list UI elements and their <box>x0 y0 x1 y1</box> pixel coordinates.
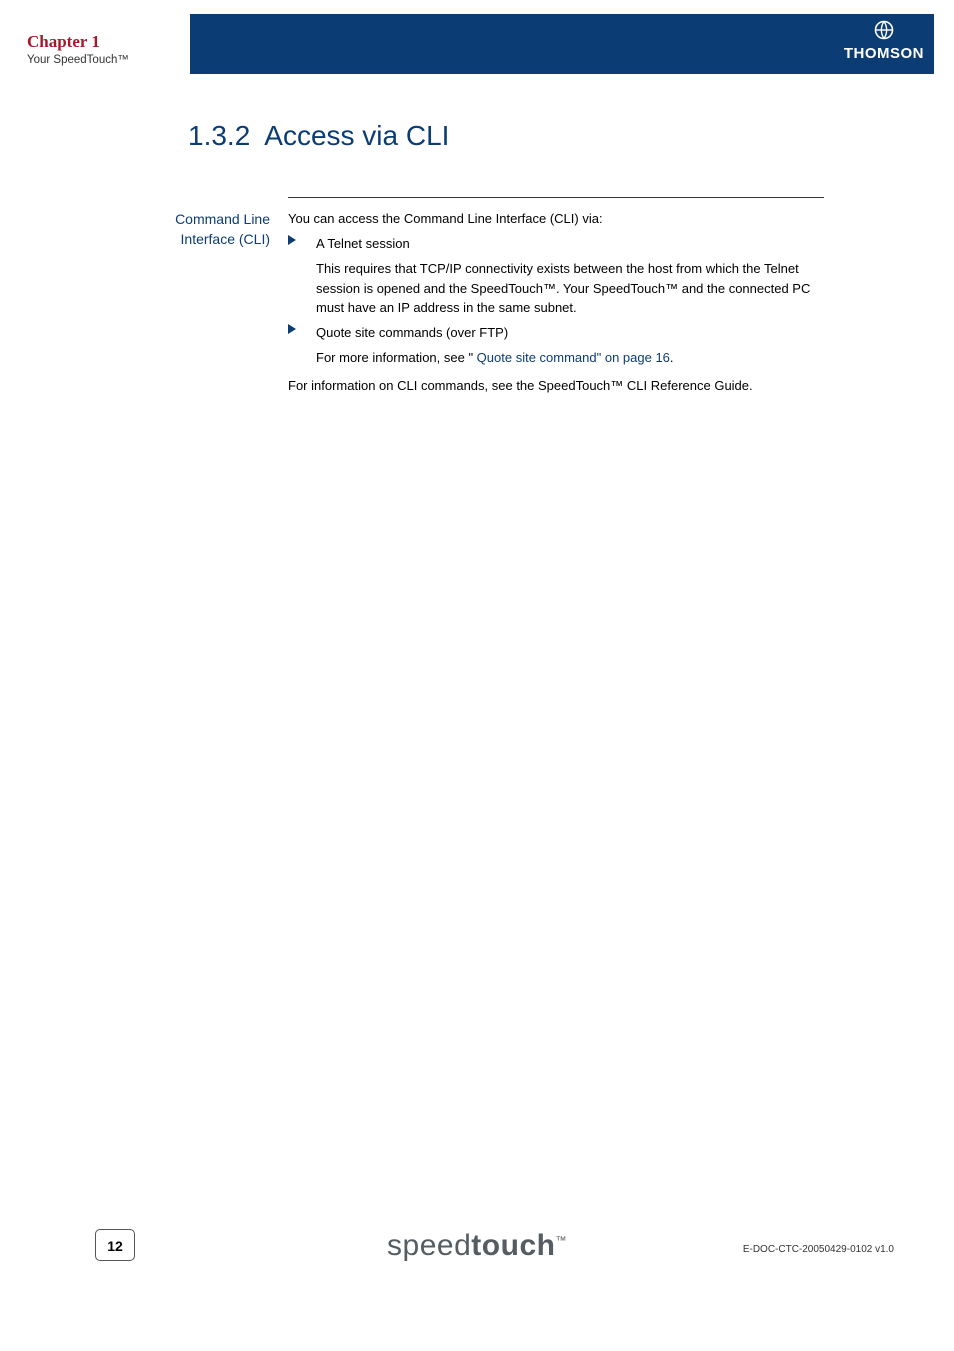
section-number: 1.3.2 <box>188 120 250 151</box>
desc-text-after: . <box>670 350 674 365</box>
bullet-description: This requires that TCP/IP connectivity e… <box>316 259 828 318</box>
chapter-block: Chapter 1 Your SpeedTouch™ <box>27 32 129 66</box>
bullet-heading: A Telnet session <box>316 234 828 254</box>
triangle-bullet-icon <box>288 234 316 318</box>
margin-label: Command Line Interface (CLI) <box>148 209 270 250</box>
chapter-title: Chapter 1 <box>27 32 129 52</box>
bullet-description: For more information, see " Quote site c… <box>316 348 828 368</box>
logo-part-light: speed <box>387 1229 471 1262</box>
section-heading: 1.3.2 Access via CLI <box>188 120 449 152</box>
logo-part-bold: touch <box>471 1229 555 1262</box>
section-title: Access via CLI <box>264 120 449 151</box>
desc-text: For more information, see " <box>316 350 473 365</box>
cross-reference-link[interactable]: Quote site command" on page 16 <box>473 350 670 365</box>
thomson-globe-icon <box>874 20 894 40</box>
bullet-heading: Quote site commands (over FTP) <box>316 323 828 343</box>
thomson-brand-text: THOMSON <box>844 45 924 62</box>
bullet-content: Quote site commands (over FTP) For more … <box>316 323 828 368</box>
bullet-content: A Telnet session This requires that TCP/… <box>316 234 828 318</box>
intro-text: You can access the Command Line Interfac… <box>288 209 828 229</box>
list-item: A Telnet session This requires that TCP/… <box>288 234 828 318</box>
trademark-symbol: ™ <box>555 1235 567 1247</box>
horizontal-rule <box>288 197 824 198</box>
body-content: You can access the Command Line Interfac… <box>288 209 828 400</box>
list-item: Quote site commands (over FTP) For more … <box>288 323 828 368</box>
closing-text: For information on CLI commands, see the… <box>288 376 828 396</box>
page-footer: 12 speedtouch™ E-DOC-CTC-20050429-0102 v… <box>0 1201 954 1261</box>
thomson-logo: THOMSON <box>844 20 924 62</box>
document-id: E-DOC-CTC-20050429-0102 v1.0 <box>743 1244 894 1255</box>
triangle-bullet-icon <box>288 323 316 368</box>
header-bar <box>190 14 934 74</box>
chapter-subtitle: Your SpeedTouch™ <box>27 54 129 66</box>
